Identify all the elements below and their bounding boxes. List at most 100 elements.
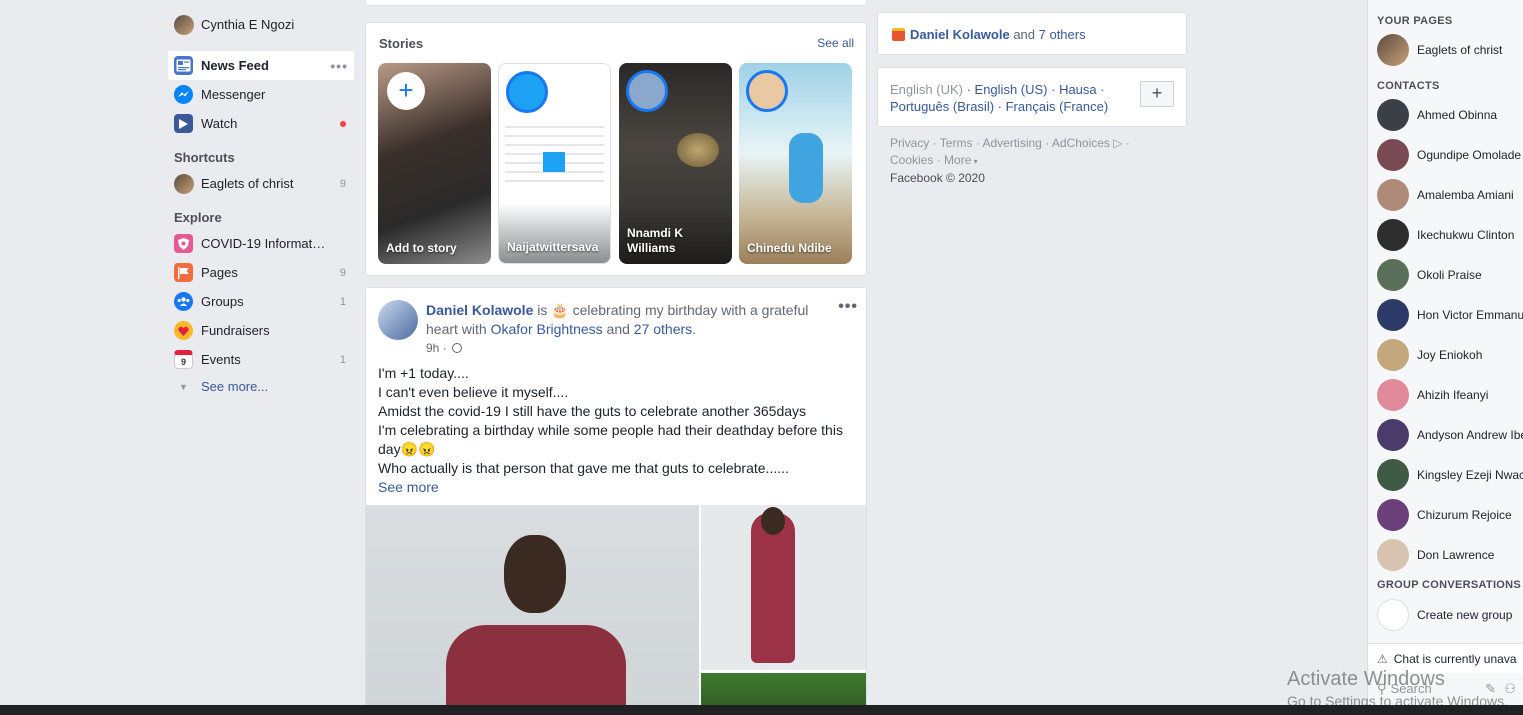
story-avatar [626, 70, 668, 112]
see-more-link[interactable]: ▼ See more... [168, 374, 354, 399]
tagged-others[interactable]: 27 others [634, 321, 692, 337]
caret-down-icon: ▾ [971, 157, 978, 166]
contact-name: Ahmed Obinna [1417, 108, 1498, 122]
post-line: Amidst the covid-19 I still have the gut… [378, 403, 807, 419]
nav-item-messenger[interactable]: Messenger [168, 80, 354, 109]
contact-name: Hon Victor Emmanu [1417, 308, 1523, 322]
story-item[interactable]: Naijatwittersava [498, 63, 611, 264]
nav-item-label: Fundraisers [201, 323, 270, 338]
story-add[interactable]: + Add to story [378, 63, 491, 264]
contact-item[interactable]: Ikechukwu Clinton [1368, 215, 1523, 255]
profile-name: Cynthia E Ngozi [201, 17, 295, 32]
language-option[interactable]: Hausa [1059, 82, 1097, 97]
contacts-heading: CONTACTS [1377, 80, 1440, 92]
profile-link[interactable]: Cynthia E Ngozi [168, 10, 354, 39]
create-group-button[interactable]: Create new group [1368, 595, 1523, 635]
story-item[interactable]: Chinedu Ndibe [739, 63, 852, 264]
footer-link[interactable]: Advertising [982, 136, 1041, 150]
shortcuts-heading: Shortcuts [174, 150, 235, 165]
language-card: English (UK) · English (US) · Hausa · Po… [877, 67, 1187, 127]
tagged-person[interactable]: Okafor Brightness [491, 321, 603, 337]
stories-see-all-link[interactable]: See all [817, 36, 854, 50]
footer-link[interactable]: AdChoices [1052, 136, 1110, 150]
footer-link[interactable]: Cookies [890, 153, 933, 167]
contact-item[interactable]: Kingsley Ezeji Nwac [1368, 455, 1523, 495]
notification-dot [340, 120, 346, 127]
watermark-title: Activate Windows [1287, 668, 1445, 690]
contact-avatar [1377, 379, 1409, 411]
contact-avatar [1377, 259, 1409, 291]
nav-item-covid[interactable]: COVID-19 Informat… [168, 229, 354, 258]
contact-item[interactable]: Hon Victor Emmanu [1368, 295, 1523, 335]
add-story-plus-icon[interactable]: + [387, 72, 425, 110]
contact-item[interactable]: Okoli Praise [1368, 255, 1523, 295]
contact-item[interactable]: Don Lawrence [1368, 535, 1523, 575]
page-name: Eaglets of christ [1417, 43, 1503, 57]
post-photo-secondary[interactable] [701, 505, 866, 670]
language-option[interactable]: Français (France) [1006, 99, 1109, 114]
contact-name: Okoli Praise [1417, 268, 1482, 282]
footer-link[interactable]: More [944, 153, 971, 167]
contact-item[interactable]: Andyson Andrew Ibe [1368, 415, 1523, 455]
page-avatar [1377, 34, 1409, 66]
nav-item-news-feed[interactable]: News Feed ••• [168, 51, 354, 80]
story-plate [677, 133, 719, 167]
author-name[interactable]: Daniel Kolawole [426, 302, 533, 318]
see-more-label: See more... [201, 379, 269, 394]
shortcut-eaglets-of-christ[interactable]: Eaglets of christ 9 [168, 169, 354, 198]
pages-flag-icon [174, 263, 193, 282]
contact-item[interactable]: Ogundipe Omolade [1368, 135, 1523, 175]
contact-avatar [1377, 99, 1409, 131]
nav-item-watch[interactable]: Watch [168, 109, 354, 138]
more-options-icon[interactable]: ••• [330, 58, 348, 74]
add-language-button[interactable]: + [1140, 81, 1174, 107]
contact-item[interactable]: Amalemba Amiani [1368, 175, 1523, 215]
footer: Privacy · Terms · Advertising · AdChoice… [890, 136, 1130, 185]
nav-item-events[interactable]: 9 Events 1 [168, 345, 354, 374]
current-language: English (UK) [890, 82, 963, 97]
explore-heading: Explore [174, 210, 222, 225]
post-line: I can't even believe it myself.... [378, 384, 569, 400]
story-label: Naijatwittersava [507, 240, 599, 254]
news-feed-icon [174, 56, 193, 75]
page-item[interactable]: Eaglets of christ [1368, 30, 1523, 70]
language-option[interactable]: Português (Brasil) [890, 99, 994, 114]
language-option[interactable]: English (US) [975, 82, 1048, 97]
nav-item-pages[interactable]: Pages 9 [168, 258, 354, 287]
contact-item[interactable]: Joy Eniokoh [1368, 335, 1523, 375]
story-label: Chinedu Ndibe [747, 241, 832, 255]
contact-item[interactable]: Ahizih Ifeanyi [1368, 375, 1523, 415]
post-timestamp[interactable]: 9h · [426, 341, 463, 355]
period: . [692, 321, 697, 337]
contact-name: Chizurum Rejoice [1417, 508, 1512, 522]
stories-card: Stories See all + Add to story Naijatwit… [365, 22, 867, 276]
story-label: Add to story [386, 241, 457, 255]
nav-item-fundraisers[interactable]: Fundraisers [168, 316, 354, 345]
timestamp-label: 9h · [426, 341, 447, 355]
contact-avatar [1377, 179, 1409, 211]
post-photo-main[interactable] [366, 505, 699, 714]
author-avatar[interactable] [378, 300, 418, 340]
page-avatar [174, 173, 194, 194]
footer-link[interactable]: Privacy [890, 136, 929, 150]
contact-item[interactable]: Ahmed Obinna [1368, 95, 1523, 135]
gift-icon [892, 28, 905, 41]
footer-link[interactable]: Terms [940, 136, 973, 150]
contact-item[interactable]: Chizurum Rejoice [1368, 495, 1523, 535]
your-pages-heading: YOUR PAGES [1377, 15, 1453, 27]
globe-icon [452, 343, 463, 353]
birthday-others[interactable]: 7 others [1039, 27, 1086, 42]
taskbar [0, 705, 1523, 715]
contact-avatar [1377, 459, 1409, 491]
birthday-name[interactable]: Daniel Kolawole [910, 27, 1010, 42]
birthday-card[interactable]: Daniel Kolawole and 7 others [877, 12, 1187, 55]
calendar-icon: 9 [174, 350, 193, 369]
post-see-more-link[interactable]: See more [378, 478, 858, 497]
contact-avatar [1377, 339, 1409, 371]
create-group-icon [1377, 599, 1409, 631]
nav-count: 9 [339, 266, 346, 279]
post-options-icon[interactable]: ••• [838, 298, 858, 316]
story-item[interactable]: Nnamdi K Williams [619, 63, 732, 264]
chat-sidebar: YOUR PAGES Eaglets of christ CONTACTS Ah… [1367, 0, 1523, 715]
nav-item-groups[interactable]: Groups 1 [168, 287, 354, 316]
